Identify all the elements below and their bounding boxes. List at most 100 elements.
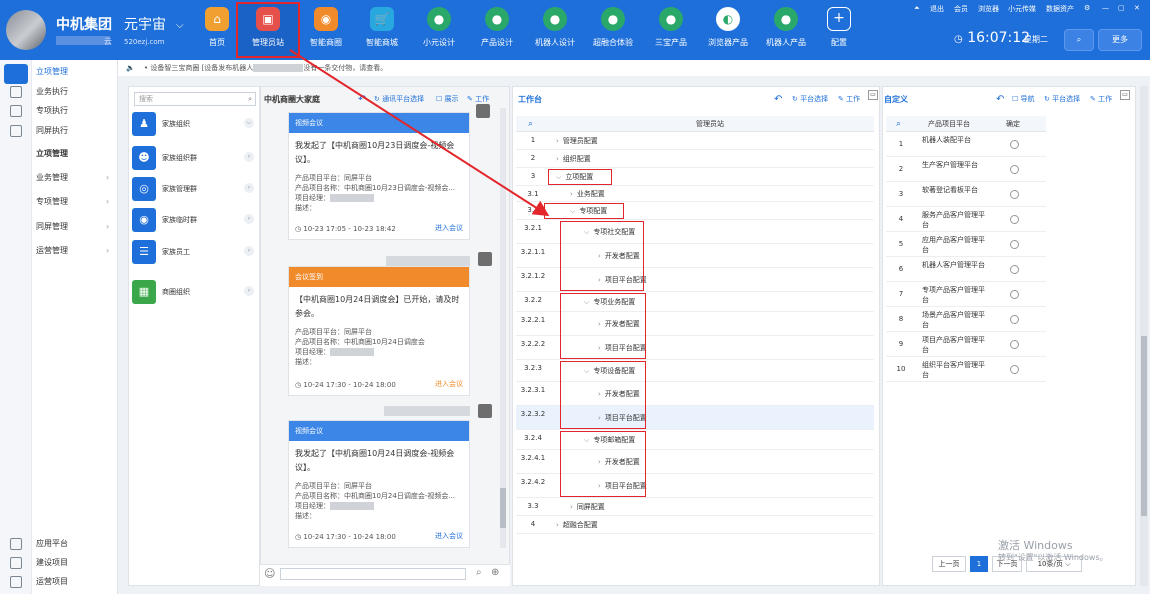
chat-scroll-thumb[interactable] — [500, 488, 506, 528]
chevron-right-icon[interactable]: › — [570, 190, 573, 198]
back-icon[interactable]: ↶ — [996, 94, 1004, 105]
sidebar-bottom-operation[interactable]: 运营项目 — [0, 572, 118, 592]
link-logout[interactable]: 退出 — [930, 4, 944, 14]
sidebar-menu-business[interactable]: 业务管理 › — [0, 168, 118, 188]
up-icon[interactable]: ⏶ — [914, 4, 920, 13]
chevron-right-icon[interactable]: › — [570, 503, 573, 511]
search-icon[interactable]: ⌕ — [476, 567, 482, 578]
search-button[interactable]: ⌕ — [1064, 29, 1094, 51]
chat-card-video-meeting-1[interactable]: 视频会议 我发起了【中机商圈10月23日调度会-视频会议】。 产品项目平台：同屏… — [288, 112, 470, 240]
nav-xiaoyuan-design[interactable]: ● 小元设计 — [416, 4, 462, 56]
chevron-right-icon[interactable]: › — [244, 286, 254, 296]
sidebar-item-project-management[interactable]: 立项管理 — [0, 62, 118, 82]
join-meeting-link[interactable]: 进入会议 — [435, 531, 463, 541]
add-icon[interactable]: ⊕ — [491, 567, 499, 578]
org-item-family-temp-group[interactable]: ◉ 家族临时群 › — [132, 208, 256, 232]
tree-row[interactable]: 3.3 › 同屏配置 — [516, 498, 874, 516]
tree-row-label[interactable]: › 管理员配置 — [556, 136, 598, 146]
sidebar-item-business-execution[interactable]: 业务执行 — [0, 82, 118, 102]
sidebar-item-screen-execution[interactable]: 同屏执行 — [0, 121, 118, 141]
nav-robot-products[interactable]: ● 机器人产品 — [762, 4, 810, 56]
sidebar-bottom-construction[interactable]: 建设项目 — [0, 553, 118, 573]
minimize-icon[interactable]: — — [1102, 4, 1109, 12]
org-item-family-org[interactable]: ♟ 家族组织 ⌵ — [132, 112, 256, 136]
chevron-right-icon[interactable]: › — [244, 152, 254, 162]
panel-toggle-icon[interactable]: ▭ — [868, 90, 878, 100]
back-icon[interactable]: ↶ — [358, 94, 366, 105]
join-meeting-link[interactable]: 进入会议 — [435, 223, 463, 233]
chevron-down-icon[interactable]: ⌵ — [244, 118, 254, 128]
table-row[interactable]: 1 机器人装配平台 — [886, 132, 1046, 157]
close-icon[interactable]: ✕ — [1134, 4, 1140, 12]
confirm-radio[interactable] — [1010, 190, 1019, 199]
nav-hyper-converged[interactable]: ● 超融合体验 — [588, 4, 638, 56]
table-row[interactable]: 8 场景产品客户管理平台 — [886, 307, 1046, 332]
sidebar-menu-screen[interactable]: 同屏管理 › — [0, 217, 118, 237]
nav-smart-circle[interactable]: ◉ 智能商圈 — [304, 4, 348, 56]
chat-message-input[interactable] — [280, 568, 466, 580]
chat-action-comm-platform[interactable]: ↻ 通讯平台选择 — [374, 94, 424, 104]
search-icon[interactable]: ⌕ — [896, 116, 901, 132]
confirm-radio[interactable] — [1010, 165, 1019, 174]
back-icon[interactable]: ↶ — [774, 94, 782, 105]
table-row[interactable]: 5 应用产品客户管理平台 — [886, 232, 1046, 257]
chevron-right-icon[interactable]: › — [556, 521, 559, 529]
platform-name[interactable]: 元宇宙 — [124, 14, 166, 34]
table-row[interactable]: 7 专项产品客户管理平台 — [886, 282, 1046, 307]
nav-robot-design[interactable]: ● 机器人设计 — [530, 4, 580, 56]
sidebar-item-special-execution[interactable]: 专项执行 — [0, 101, 118, 121]
link-member[interactable]: 会员 — [954, 4, 968, 14]
workbench-action-work[interactable]: ✎ 工作 — [838, 94, 860, 104]
chevron-right-icon[interactable]: › — [556, 155, 559, 163]
link-browser[interactable]: 浏览器 — [978, 4, 999, 14]
chat-scrollbar[interactable] — [500, 108, 506, 548]
panel-toggle-icon[interactable]: ▭ — [1120, 90, 1130, 100]
tree-row-label[interactable]: › 超融合配置 — [556, 520, 598, 530]
tree-row-label[interactable]: › 业务配置 — [570, 189, 605, 199]
custom-action-work[interactable]: ✎ 工作 — [1090, 94, 1112, 104]
maximize-icon[interactable]: ▢ — [1118, 4, 1125, 12]
chevron-down-icon[interactable]: ⌵ — [176, 20, 184, 31]
tree-row[interactable]: 3.1 › 业务配置 — [516, 186, 874, 202]
tree-row-label[interactable]: › 组织配置 — [556, 154, 591, 164]
chevron-right-icon[interactable]: › — [244, 214, 254, 224]
nav-admin-station[interactable]: ▣ 管理员站 — [236, 2, 300, 58]
table-row[interactable]: 3 软著登记看板平台 — [886, 182, 1046, 207]
org-item-circle-org[interactable]: ▦ 商圈组织 › — [132, 280, 256, 304]
chevron-right-icon[interactable]: › — [556, 137, 559, 145]
chat-card-video-meeting-2[interactable]: 视频会议 我发起了【中机商圈10月24日调度会-视频会议】。 产品项目平台：同屏… — [288, 420, 470, 548]
nav-config[interactable]: + 配置 — [824, 4, 854, 56]
chevron-right-icon[interactable]: › — [244, 183, 254, 193]
nav-smart-mall[interactable]: 🛒 智能商城 — [360, 4, 404, 56]
table-row[interactable]: 2 生产客户管理平台 — [886, 157, 1046, 182]
tree-row[interactable]: 2 › 组织配置 — [516, 150, 874, 168]
page-scroll-thumb[interactable] — [1141, 336, 1147, 516]
page-scrollbar[interactable] — [1140, 86, 1148, 586]
custom-action-nav[interactable]: ☐ 导航 — [1012, 94, 1035, 104]
confirm-radio[interactable] — [1010, 240, 1019, 249]
chevron-right-icon[interactable]: › — [244, 246, 254, 256]
tree-row[interactable]: 4 › 超融合配置 — [516, 516, 874, 534]
pager-prev-button[interactable]: 上一页 — [932, 556, 966, 572]
confirm-radio[interactable] — [1010, 265, 1019, 274]
confirm-radio[interactable] — [1010, 140, 1019, 149]
table-row[interactable]: 9 项目产品客户管理平台 — [886, 332, 1046, 357]
gear-icon[interactable]: ⚙ — [1084, 4, 1090, 12]
chat-card-meeting-signin[interactable]: 会议签到 【中机商圈10月24日调度会】已开始，请及时参会。 产品项目平台：同屏… — [288, 266, 470, 396]
confirm-radio[interactable] — [1010, 340, 1019, 349]
table-row[interactable]: 4 服务产品客户管理平台 — [886, 207, 1046, 232]
nav-sanbao-products[interactable]: ● 三宝产品 — [650, 4, 692, 56]
more-button[interactable]: 更多 — [1098, 29, 1142, 51]
nav-home[interactable]: ⌂ 首页 — [198, 4, 236, 56]
org-item-family-staff[interactable]: ☰ 家族员工 › — [132, 240, 256, 264]
tree-row-label[interactable]: › 同屏配置 — [570, 502, 605, 512]
join-meeting-link[interactable]: 进入会议 — [435, 379, 463, 389]
link-data-assets[interactable]: 数据资产 — [1046, 4, 1074, 14]
workbench-action-platform[interactable]: ↻ 平台选择 — [792, 94, 828, 104]
confirm-radio[interactable] — [1010, 365, 1019, 374]
confirm-radio[interactable] — [1010, 215, 1019, 224]
sidebar-menu-operation[interactable]: 运营管理 › — [0, 241, 118, 261]
nav-browser-products[interactable]: ◐ 浏览器产品 — [704, 4, 752, 56]
org-item-family-org-group[interactable]: ☻ 家族组织群 › — [132, 146, 256, 170]
confirm-radio[interactable] — [1010, 290, 1019, 299]
